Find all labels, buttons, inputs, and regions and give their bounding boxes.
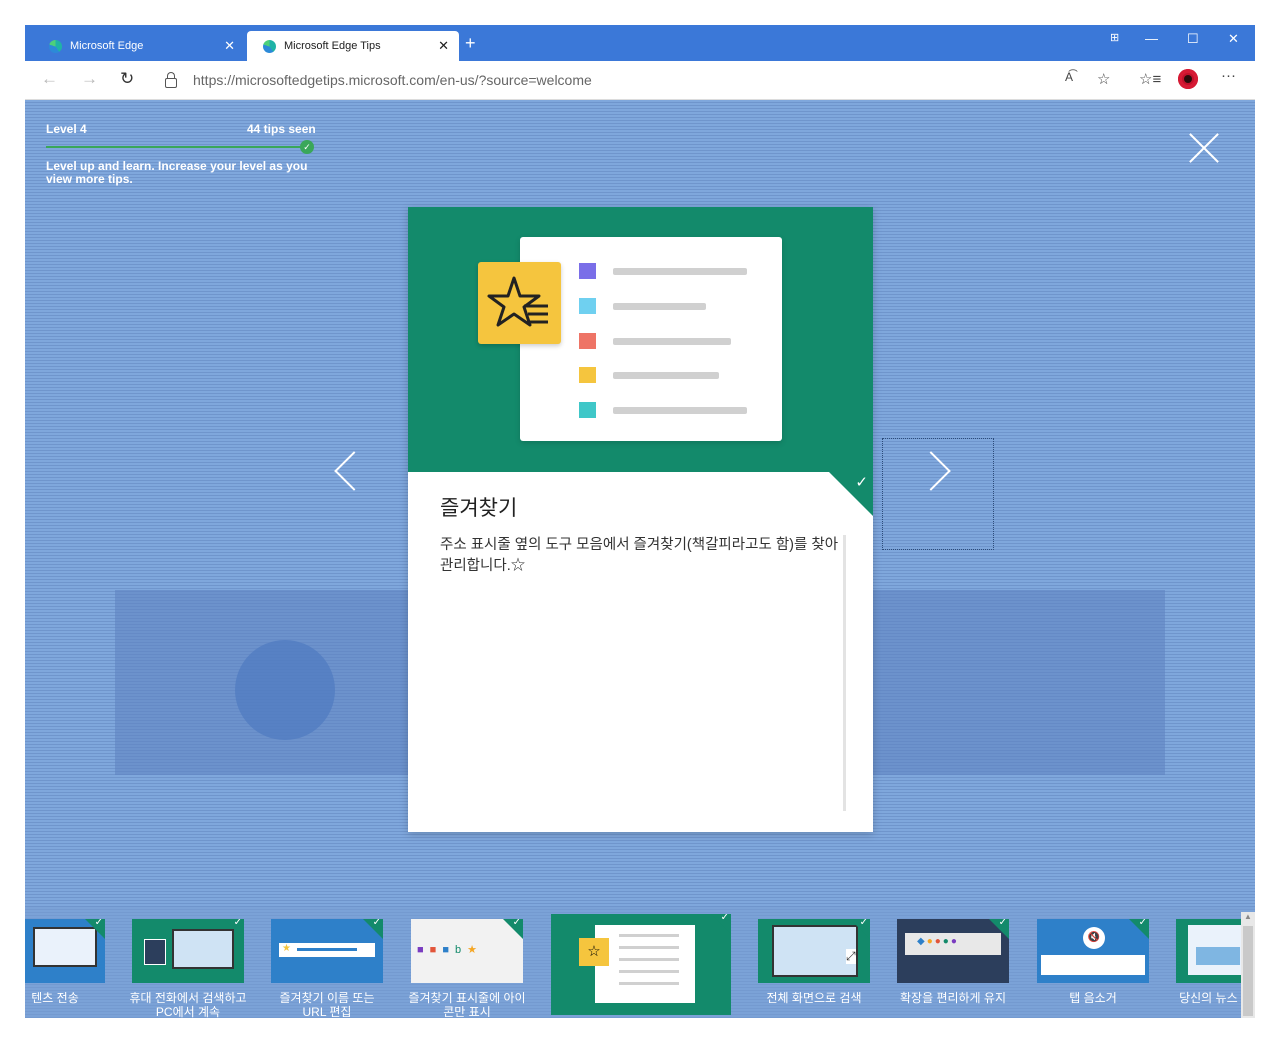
tip-thumbnail-label: 즐겨찾기 이름 또는 URL 편집 xyxy=(279,991,375,1018)
tip-thumbnail-label: 확장을 편리하게 유지 xyxy=(899,991,1007,1005)
tab-title: Microsoft Edge xyxy=(70,40,144,52)
tip-thumbnail[interactable]: ■■■b★ ✓ xyxy=(411,919,523,983)
minimize-button[interactable]: — xyxy=(1145,31,1158,46)
tip-thumbnail-label: 휴대 전화에서 검색하고 PC에서 계속 xyxy=(129,991,247,1018)
previous-tip-button[interactable] xyxy=(334,451,374,491)
browser-window: Microsoft Edge ✕ Microsoft Edge Tips ✕ +… xyxy=(25,25,1255,1018)
tip-illustration xyxy=(408,207,873,472)
tip-thumbnail[interactable]: ◆●●●● ✓ xyxy=(897,919,1009,983)
tab-strip: Microsoft Edge ✕ Microsoft Edge Tips ✕ +… xyxy=(25,25,1255,61)
check-icon: ✓ xyxy=(855,474,868,491)
focus-outline xyxy=(882,438,994,550)
tab-microsoft-edge-tips[interactable]: Microsoft Edge Tips ✕ xyxy=(247,31,459,61)
tip-thumbnail[interactable]: 🔇 ✓ xyxy=(1037,919,1149,983)
favorites-star-icon xyxy=(478,262,561,344)
tips-seen-count: 44 tips seen xyxy=(247,122,316,136)
maximize-button[interactable]: ☐ xyxy=(1187,31,1199,47)
url-text[interactable]: https://microsoftedgetips.microsoft.com/… xyxy=(193,72,592,88)
tab-microsoft-edge[interactable]: Microsoft Edge ✕ xyxy=(33,31,245,61)
background-logo xyxy=(235,640,335,740)
tip-thumbnail-label: 텐츠 전송 xyxy=(31,991,79,1005)
tip-card: ✓ 즐겨찾기 주소 표시줄 옆의 도구 모음에서 즐겨찾기(책갈피라고도 함)를… xyxy=(408,207,873,832)
level-description: Level up and learn. Increase your level … xyxy=(46,159,308,186)
forward-icon[interactable]: → xyxy=(81,69,98,89)
scrollbar-thumb[interactable] xyxy=(1243,926,1253,1016)
more-icon[interactable]: ··· xyxy=(1221,67,1236,84)
tip-thumbnail-label: 전체 화면으로 검색 xyxy=(766,991,862,1005)
tile-windows-icon[interactable]: ⊞ xyxy=(1110,31,1119,44)
tip-thumbnail[interactable]: ✓ xyxy=(132,919,244,983)
read-aloud-icon[interactable]: A͡ xyxy=(1065,70,1073,84)
tip-thumbnail[interactable]: ✓ xyxy=(25,919,105,983)
tip-title: 즐겨찾기 xyxy=(440,497,518,520)
profile-avatar[interactable] xyxy=(1178,69,1198,89)
close-tips-button[interactable] xyxy=(1188,132,1220,164)
tip-thumbnail-label: 당신의 뉴스 방법 xyxy=(1179,991,1252,1018)
refresh-icon[interactable]: ↻ xyxy=(120,69,134,89)
scrollbar[interactable] xyxy=(843,535,846,811)
edge-logo-icon xyxy=(263,39,276,53)
level-label: Level 4 xyxy=(46,122,87,136)
tips-carousel: ✓ 텐츠 전송 ✓ 휴대 전화에서 검색하고 PC에서 계속 ★ ✓ 즐겨찾기 … xyxy=(25,907,1255,1018)
address-bar[interactable]: https://microsoftedgetips.microsoft.com/… xyxy=(155,66,1055,94)
tip-thumbnail-label: 탭 음소거 xyxy=(1069,991,1117,1005)
favorite-star-icon[interactable]: ☆ xyxy=(1097,70,1110,88)
new-tab-button[interactable]: + xyxy=(465,34,476,52)
check-icon: ✓ xyxy=(300,140,314,154)
lock-icon xyxy=(165,72,177,88)
tip-thumbnail-label: 즐겨찾기 표시줄에 아이콘만 표시 xyxy=(408,991,526,1018)
tip-description: 주소 표시줄 옆의 도구 모음에서 즐겨찾기(책갈피라고도 함)를 찾아 관리합… xyxy=(440,537,839,574)
carousel-scrollbar[interactable]: ▲ xyxy=(1241,912,1255,1018)
address-bar-row: ← → ↻ https://microsoftedgetips.microsof… xyxy=(25,61,1255,100)
favorites-list-icon[interactable]: ☆≡ xyxy=(1139,70,1161,88)
tips-page: Level 4 44 tips seen ✓ Level up and lear… xyxy=(25,100,1255,1018)
tab-title: Microsoft Edge Tips xyxy=(284,40,381,52)
url-path: /en-us/?source=welcome xyxy=(435,72,592,88)
tip-thumbnail[interactable]: ⤢ ✓ xyxy=(758,919,870,983)
tip-thumbnail[interactable]: ★ ✓ xyxy=(271,919,383,983)
scroll-up-icon[interactable]: ▲ xyxy=(1244,912,1252,921)
edge-logo-icon xyxy=(49,39,62,53)
level-progress-bar xyxy=(46,146,304,148)
back-icon[interactable]: ← xyxy=(41,69,58,89)
tip-thumbnail-active[interactable]: ☆ ✓ xyxy=(551,914,731,1015)
close-window-button[interactable]: ✕ xyxy=(1228,31,1239,47)
url-host: https://microsoftedgetips.microsoft.com xyxy=(193,72,436,88)
close-tab-icon[interactable]: ✕ xyxy=(224,39,235,52)
close-tab-icon[interactable]: ✕ xyxy=(438,39,449,52)
